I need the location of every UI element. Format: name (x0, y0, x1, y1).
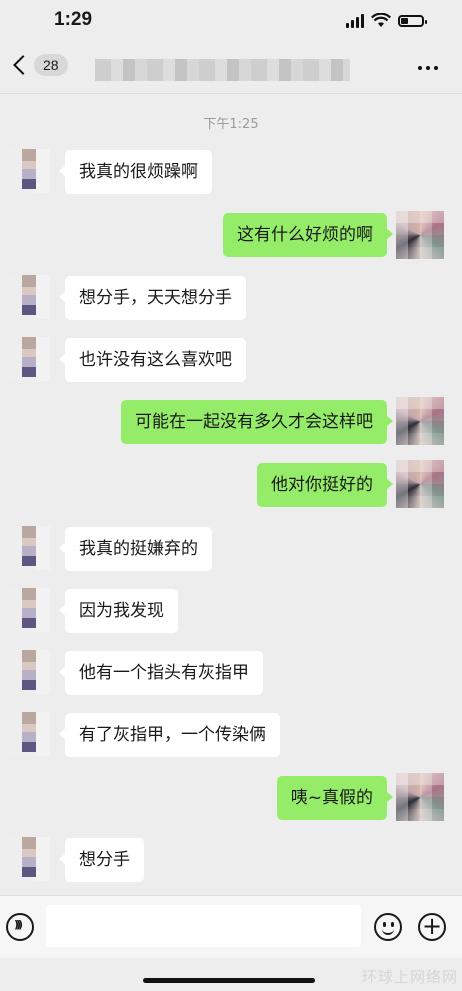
contact-avatar[interactable] (8, 149, 50, 193)
self-avatar[interactable] (396, 773, 444, 821)
message-input-bar: + (0, 895, 462, 958)
message-bubble-received[interactable]: 因为我发现 (59, 589, 178, 633)
status-time: 1:29 (54, 9, 93, 30)
emoji-icon[interactable] (374, 913, 402, 941)
message-bubble-received[interactable]: 我真的很烦躁啊 (59, 150, 212, 194)
chevron-left-icon (13, 55, 33, 75)
contact-avatar[interactable] (8, 588, 50, 632)
message-bubble-received[interactable]: 想分手 (59, 838, 144, 882)
contact-avatar[interactable] (8, 712, 50, 756)
message-bubble-received[interactable]: 我真的挺嫌弃的 (59, 527, 212, 571)
contact-avatar[interactable] (8, 650, 50, 694)
chat-title-redacted (95, 59, 350, 81)
battery-icon (398, 14, 427, 27)
voice-icon[interactable] (6, 913, 34, 941)
more-dots-icon (418, 66, 422, 70)
contact-avatar[interactable] (8, 526, 50, 570)
contact-avatar[interactable] (8, 837, 50, 881)
self-avatar[interactable] (396, 397, 444, 445)
message-bubble-received[interactable]: 也许没有这么喜欢吧 (59, 338, 246, 382)
header-divider (0, 93, 462, 94)
message-input[interactable] (46, 905, 361, 947)
more-button[interactable] (418, 66, 438, 70)
plus-icon[interactable]: + (418, 913, 446, 941)
message-timestamp: 下午1:25 (203, 117, 259, 132)
status-bar: 1:29 (0, 0, 462, 44)
message-bubble-sent[interactable]: 咦~真假的 (276, 776, 394, 820)
self-avatar[interactable] (396, 460, 444, 508)
home-indicator[interactable] (143, 978, 315, 983)
message-bubble-sent[interactable]: 这有什么好烦的啊 (223, 213, 393, 257)
back-button[interactable]: 28 (8, 54, 68, 76)
self-avatar[interactable] (396, 211, 444, 259)
status-icons (346, 13, 427, 28)
contact-avatar[interactable] (8, 275, 50, 319)
chat-header: 28 (0, 44, 462, 94)
message-bubble-sent[interactable]: 可能在一起没有多久才会这样吧 (121, 400, 393, 444)
watermark-text: 环球上网络网 (361, 968, 458, 986)
message-bubble-received[interactable]: 有了灰指甲，一个传染俩 (59, 713, 280, 757)
wifi-icon (371, 13, 391, 27)
signal-icon (346, 13, 364, 28)
message-bubble-received[interactable]: 想分手，天天想分手 (59, 276, 246, 320)
contact-avatar[interactable] (8, 337, 50, 381)
unread-count-badge: 28 (34, 54, 68, 76)
message-bubble-received[interactable]: 他有一个指头有灰指甲 (59, 651, 263, 695)
message-bubble-sent[interactable]: 他对你挺好的 (257, 463, 393, 507)
